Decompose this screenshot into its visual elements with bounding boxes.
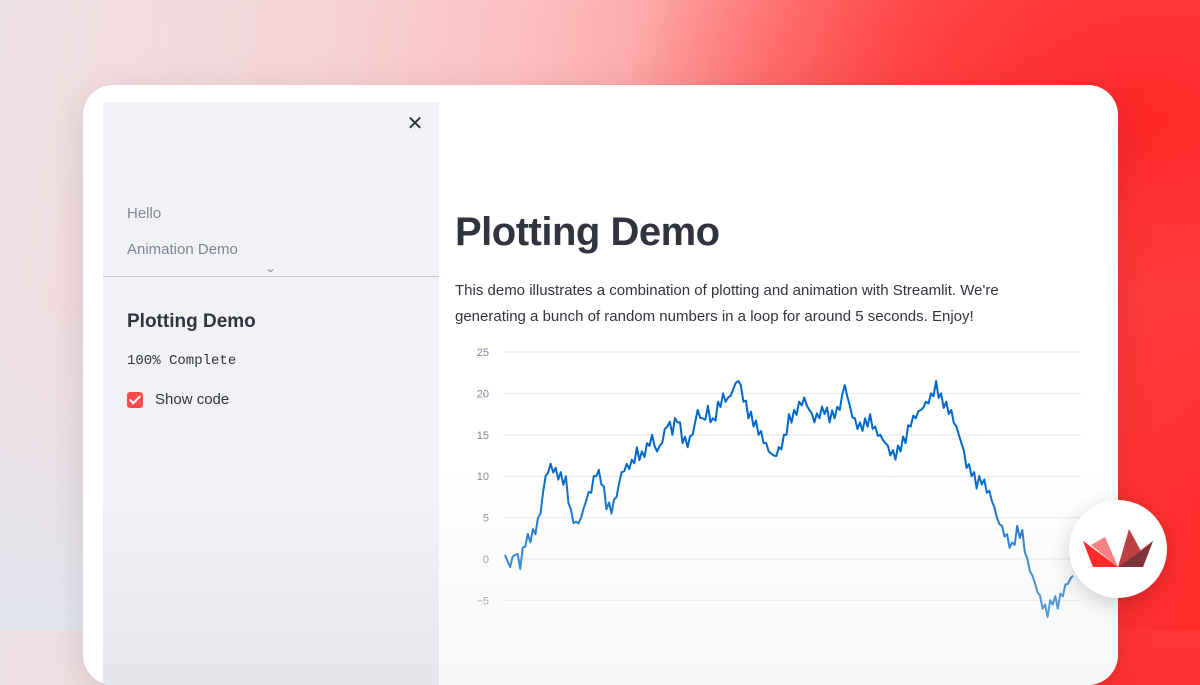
y-tick-label: 15 bbox=[477, 430, 489, 442]
sidebar: ✕ Hello Animation Demo ⌄ Plotting Demo 1… bbox=[103, 102, 439, 685]
progress-text: 100% Complete bbox=[127, 353, 237, 369]
app-window: ✕ Hello Animation Demo ⌄ Plotting Demo 1… bbox=[83, 85, 1118, 685]
y-tick-label: 0 bbox=[483, 554, 489, 566]
streamlit-logo-icon bbox=[1083, 529, 1153, 567]
show-code-label: Show code bbox=[155, 391, 230, 408]
y-tick-label: 10 bbox=[477, 471, 489, 483]
y-tick-label: 20 bbox=[477, 388, 489, 400]
line-chart: 25 20 15 10 5 0 −5 bbox=[476, 347, 1081, 618]
nav-divider bbox=[103, 276, 439, 277]
sidebar-item-label: Animation Demo bbox=[127, 241, 238, 258]
sidebar-item-animation-demo[interactable]: Animation Demo bbox=[127, 241, 238, 258]
sidebar-item-label: Hello bbox=[127, 205, 162, 222]
chevron-down-icon[interactable]: ⌄ bbox=[265, 262, 277, 275]
show-code-checkbox[interactable]: Show code bbox=[127, 391, 229, 408]
close-icon[interactable]: ✕ bbox=[405, 114, 425, 134]
page-title: Plotting Demo bbox=[455, 210, 720, 254]
series-line bbox=[504, 380, 1074, 618]
sidebar-title: Plotting Demo bbox=[127, 311, 256, 332]
y-tick-label: 5 bbox=[483, 513, 489, 525]
sidebar-item-hello[interactable]: Hello bbox=[127, 205, 161, 222]
streamlit-logo-badge bbox=[1069, 500, 1167, 598]
page-description: This demo illustrates a combination of p… bbox=[455, 282, 999, 325]
checkmark-icon[interactable] bbox=[127, 391, 143, 408]
y-tick-label: 25 bbox=[477, 347, 489, 359]
y-tick-label: −5 bbox=[476, 595, 489, 607]
